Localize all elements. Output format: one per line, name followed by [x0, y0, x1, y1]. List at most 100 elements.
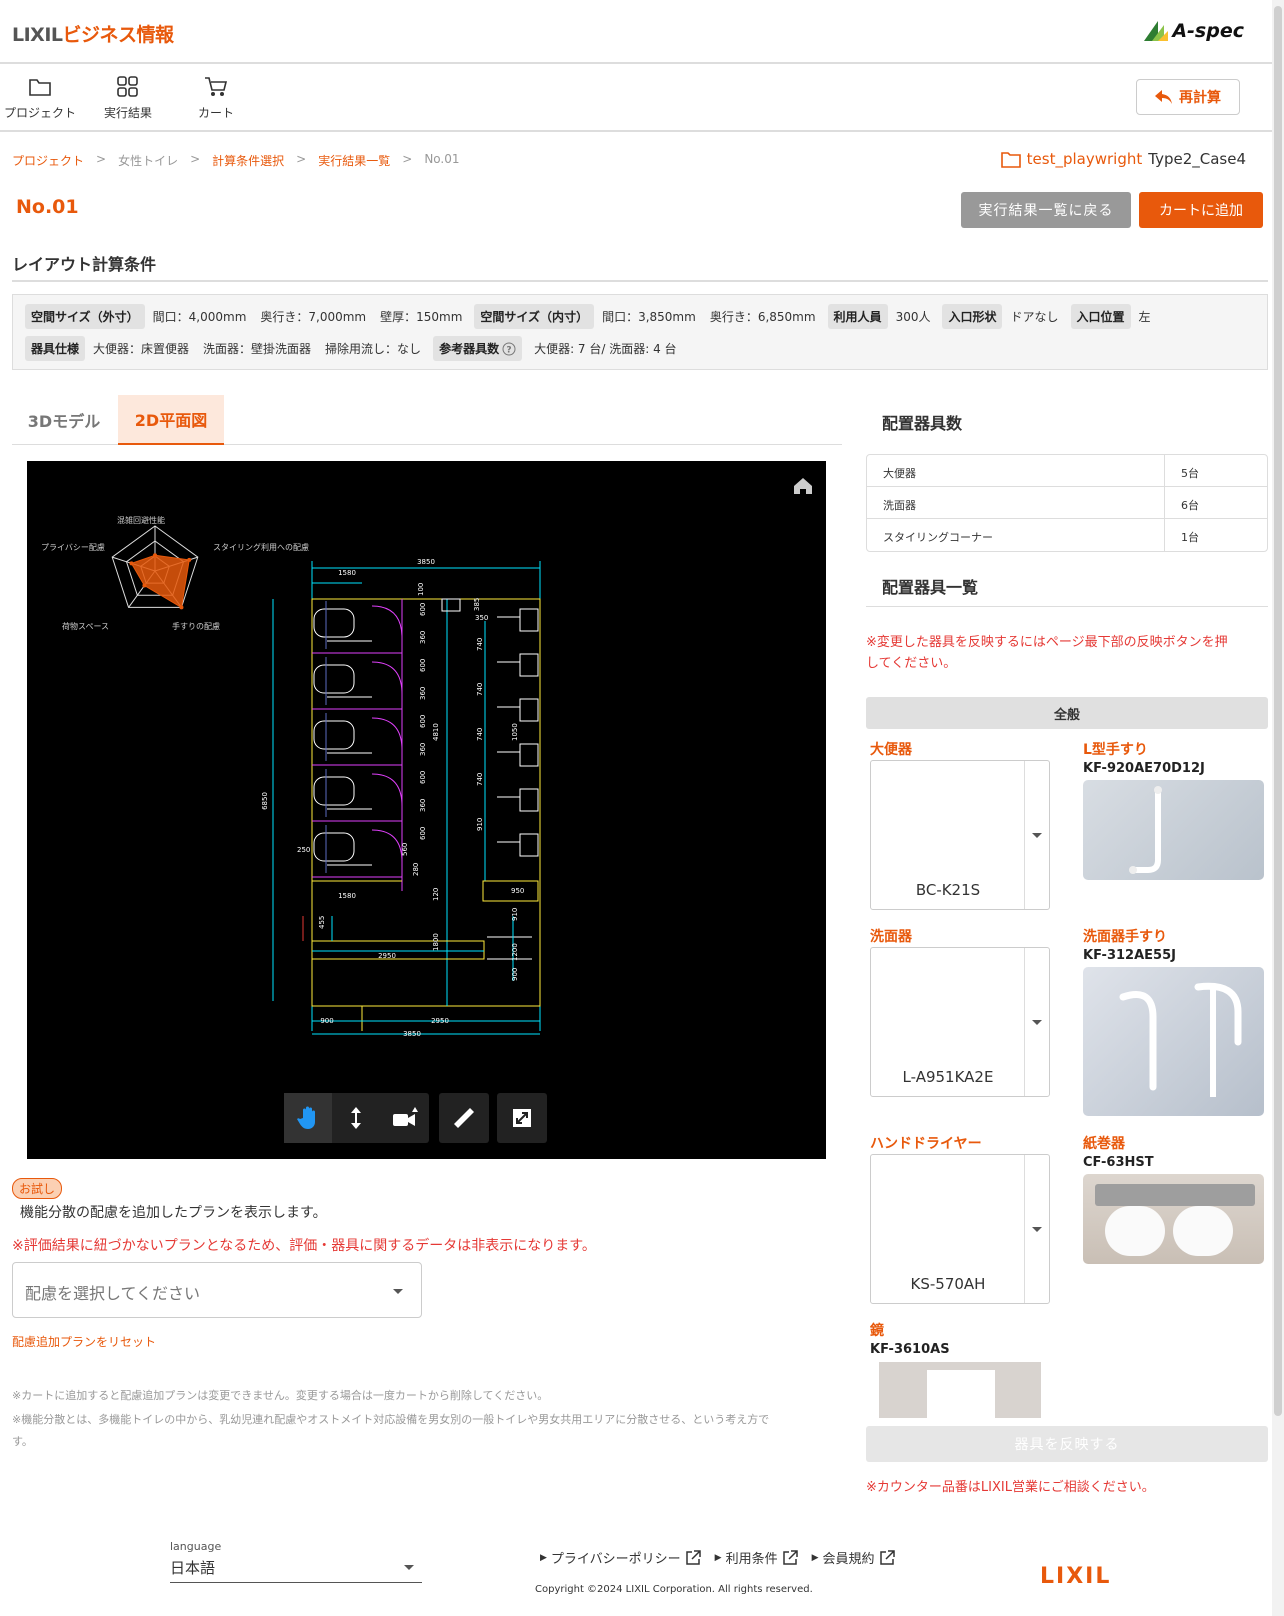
stall-part: [371, 717, 403, 751]
results-button[interactable]: 実行結果: [88, 76, 168, 121]
reflect-fixtures-button[interactable]: 器具を反映する: [866, 1426, 1268, 1462]
radar-label-handrail: 手すりの配慮: [172, 621, 220, 631]
cart-note: ※カートに追加すると配慮追加プランは変更できません。変更する場合は一度カートから…: [12, 1389, 549, 1402]
lrail-code: KF-920AE70D12J: [1083, 761, 1205, 776]
scrollbar[interactable]: [1272, 0, 1284, 1616]
back-to-results-button[interactable]: 実行結果一覧に戻る: [961, 192, 1131, 228]
paper-category: 紙巻器: [1083, 1136, 1125, 1152]
breadcrumb-results[interactable]: 実行結果一覧: [318, 152, 390, 169]
privacy-link[interactable]: ▶ プライバシーポリシー: [540, 1548, 701, 1567]
home-icon[interactable]: [794, 478, 812, 494]
scrollbar-thumb[interactable]: [1274, 6, 1282, 1416]
svg-text:1580: 1580: [338, 569, 356, 577]
sinkrail-category: 洗面器手すり: [1083, 929, 1167, 945]
reset-plan-link[interactable]: 配慮追加プランをリセット: [12, 1333, 156, 1350]
radar-point: [187, 557, 192, 562]
floor-plan-canvas[interactable]: 混雑回避性能 スタイリング利用への配慮 手すりの配慮 荷物スペース プライバシー…: [27, 461, 826, 1159]
svg-text:100: 100: [417, 583, 425, 596]
external-link-icon: [879, 1549, 895, 1565]
svg-text:350: 350: [475, 614, 488, 622]
stall-dimension-labels: 600 360 600 360 600 360 600 360 600: [419, 603, 427, 840]
terms-link[interactable]: ▶ 利用条件: [715, 1548, 798, 1567]
external-link-icon: [782, 1549, 798, 1565]
vertical-move-icon[interactable]: [332, 1093, 380, 1143]
stall-dimension-label: 600: [419, 715, 427, 728]
svg-text:6850: 6850: [261, 792, 269, 810]
stall-part: [371, 773, 403, 807]
navigation-controls: [284, 1093, 429, 1143]
svg-text:4810: 4810: [432, 723, 440, 741]
stall-dimension-label: 600: [419, 659, 427, 672]
stall-dimension-label: 360: [419, 743, 427, 756]
fullscreen-icon[interactable]: [497, 1093, 547, 1143]
folder-icon: [1000, 151, 1021, 168]
member-terms-link[interactable]: ▶ 会員規約: [812, 1548, 895, 1567]
svg-text:1800: 1800: [432, 933, 440, 951]
svg-text:250: 250: [297, 846, 310, 854]
recalculate-button[interactable]: 再計算: [1136, 79, 1240, 115]
svg-text:455: 455: [318, 916, 326, 929]
breadcrumb-current: No.01: [424, 152, 460, 166]
sink-part: [519, 833, 539, 857]
lixil-footer-logo[interactable]: LIXIL: [1040, 1564, 1111, 1589]
tab-3d[interactable]: 3Dモデル: [12, 395, 116, 445]
svg-text:3850: 3850: [417, 558, 435, 566]
stall-dimension-label: 360: [419, 631, 427, 644]
stall-part: [371, 829, 403, 863]
radar-label-luggage: 荷物スペース: [62, 621, 109, 631]
sink-category: 洗面器: [870, 929, 912, 945]
dryer-category: ハンドドライヤー: [870, 1136, 982, 1152]
conditions-heading: レイアウト計算条件: [12, 255, 157, 274]
project-name: test_playwright Type2_Case4: [1000, 150, 1246, 168]
lrail-category: L型手すり: [1083, 742, 1148, 758]
fullscreen-button[interactable]: [497, 1093, 547, 1143]
counts-heading: 配置器具数: [882, 414, 963, 433]
external-link-icon: [685, 1549, 701, 1565]
stall-part: [313, 608, 355, 638]
divider: [866, 606, 1268, 607]
view-tabs: 3Dモデル 2D平面図: [12, 395, 842, 445]
breadcrumb-project[interactable]: プロジェクト: [12, 152, 84, 169]
toilet-select[interactable]: BC-K21S: [870, 760, 1050, 910]
cart-icon: [205, 77, 228, 96]
ruler-button[interactable]: [439, 1093, 489, 1143]
footer-links: ▶ プライバシーポリシー ▶ 利用条件 ▶ 会員規約: [540, 1548, 895, 1567]
language-select[interactable]: language 日本語: [170, 1540, 422, 1583]
svg-text:?: ?: [506, 345, 511, 355]
ruler-icon[interactable]: [439, 1093, 489, 1143]
aspec-logo[interactable]: A-spec: [1144, 20, 1244, 42]
dryer-select[interactable]: KS-570AH: [870, 1154, 1050, 1304]
stall-part: [371, 605, 403, 639]
table-row: 洗面器 6台: [867, 487, 1267, 519]
plan-viewer[interactable]: 混雑回避性能 スタイリング利用への配慮 手すりの配慮 荷物スペース プライバシー…: [27, 461, 826, 1159]
consideration-select[interactable]: 配慮を選択してください: [12, 1262, 422, 1318]
radar-label-privacy: プライバシー配慮: [41, 542, 105, 552]
sink-part: [519, 608, 539, 632]
help-icon[interactable]: ?: [502, 342, 516, 356]
stall-dimension-label: 600: [419, 603, 427, 616]
add-to-cart-button[interactable]: カートに追加: [1139, 192, 1263, 228]
cart-button[interactable]: カート: [176, 76, 256, 121]
svg-text:560: 560: [401, 843, 409, 856]
breadcrumb-conditions[interactable]: 計算条件選択: [212, 152, 284, 169]
project-button[interactable]: プロジェクト: [0, 76, 80, 121]
stall-part: [313, 720, 355, 750]
breadcrumb-toilet: 女性トイレ: [118, 154, 179, 168]
sink-select[interactable]: L-A951KA2E: [870, 947, 1050, 1097]
divider: [12, 280, 1268, 282]
radar-area: [130, 554, 190, 609]
sinkrail-code: KF-312AE55J: [1083, 948, 1176, 963]
stall-dimension-label: 360: [419, 687, 427, 700]
brand-logo[interactable]: LIXILビジネス情報: [12, 20, 174, 47]
sink-part: [519, 653, 539, 677]
camera-icon[interactable]: [381, 1093, 429, 1143]
svg-text:1580: 1580: [338, 892, 356, 900]
pan-hand-icon[interactable]: [284, 1093, 333, 1143]
counts-table: 大便器 5台 洗面器 6台 スタイリングコーナー 1台: [866, 454, 1268, 552]
sink-dimension-labels: 740 740 740 740 910: [476, 638, 484, 831]
counter-note: ※カウンター品番はLIXIL営業にご相談ください。: [866, 1480, 1155, 1495]
tab-2d[interactable]: 2D平面図: [118, 395, 224, 445]
breadcrumb: プロジェクト > 女性トイレ > 計算条件選択 > 実行結果一覧 > No.01: [12, 152, 460, 169]
svg-text:900: 900: [320, 1017, 333, 1025]
radar-point: [129, 561, 134, 566]
